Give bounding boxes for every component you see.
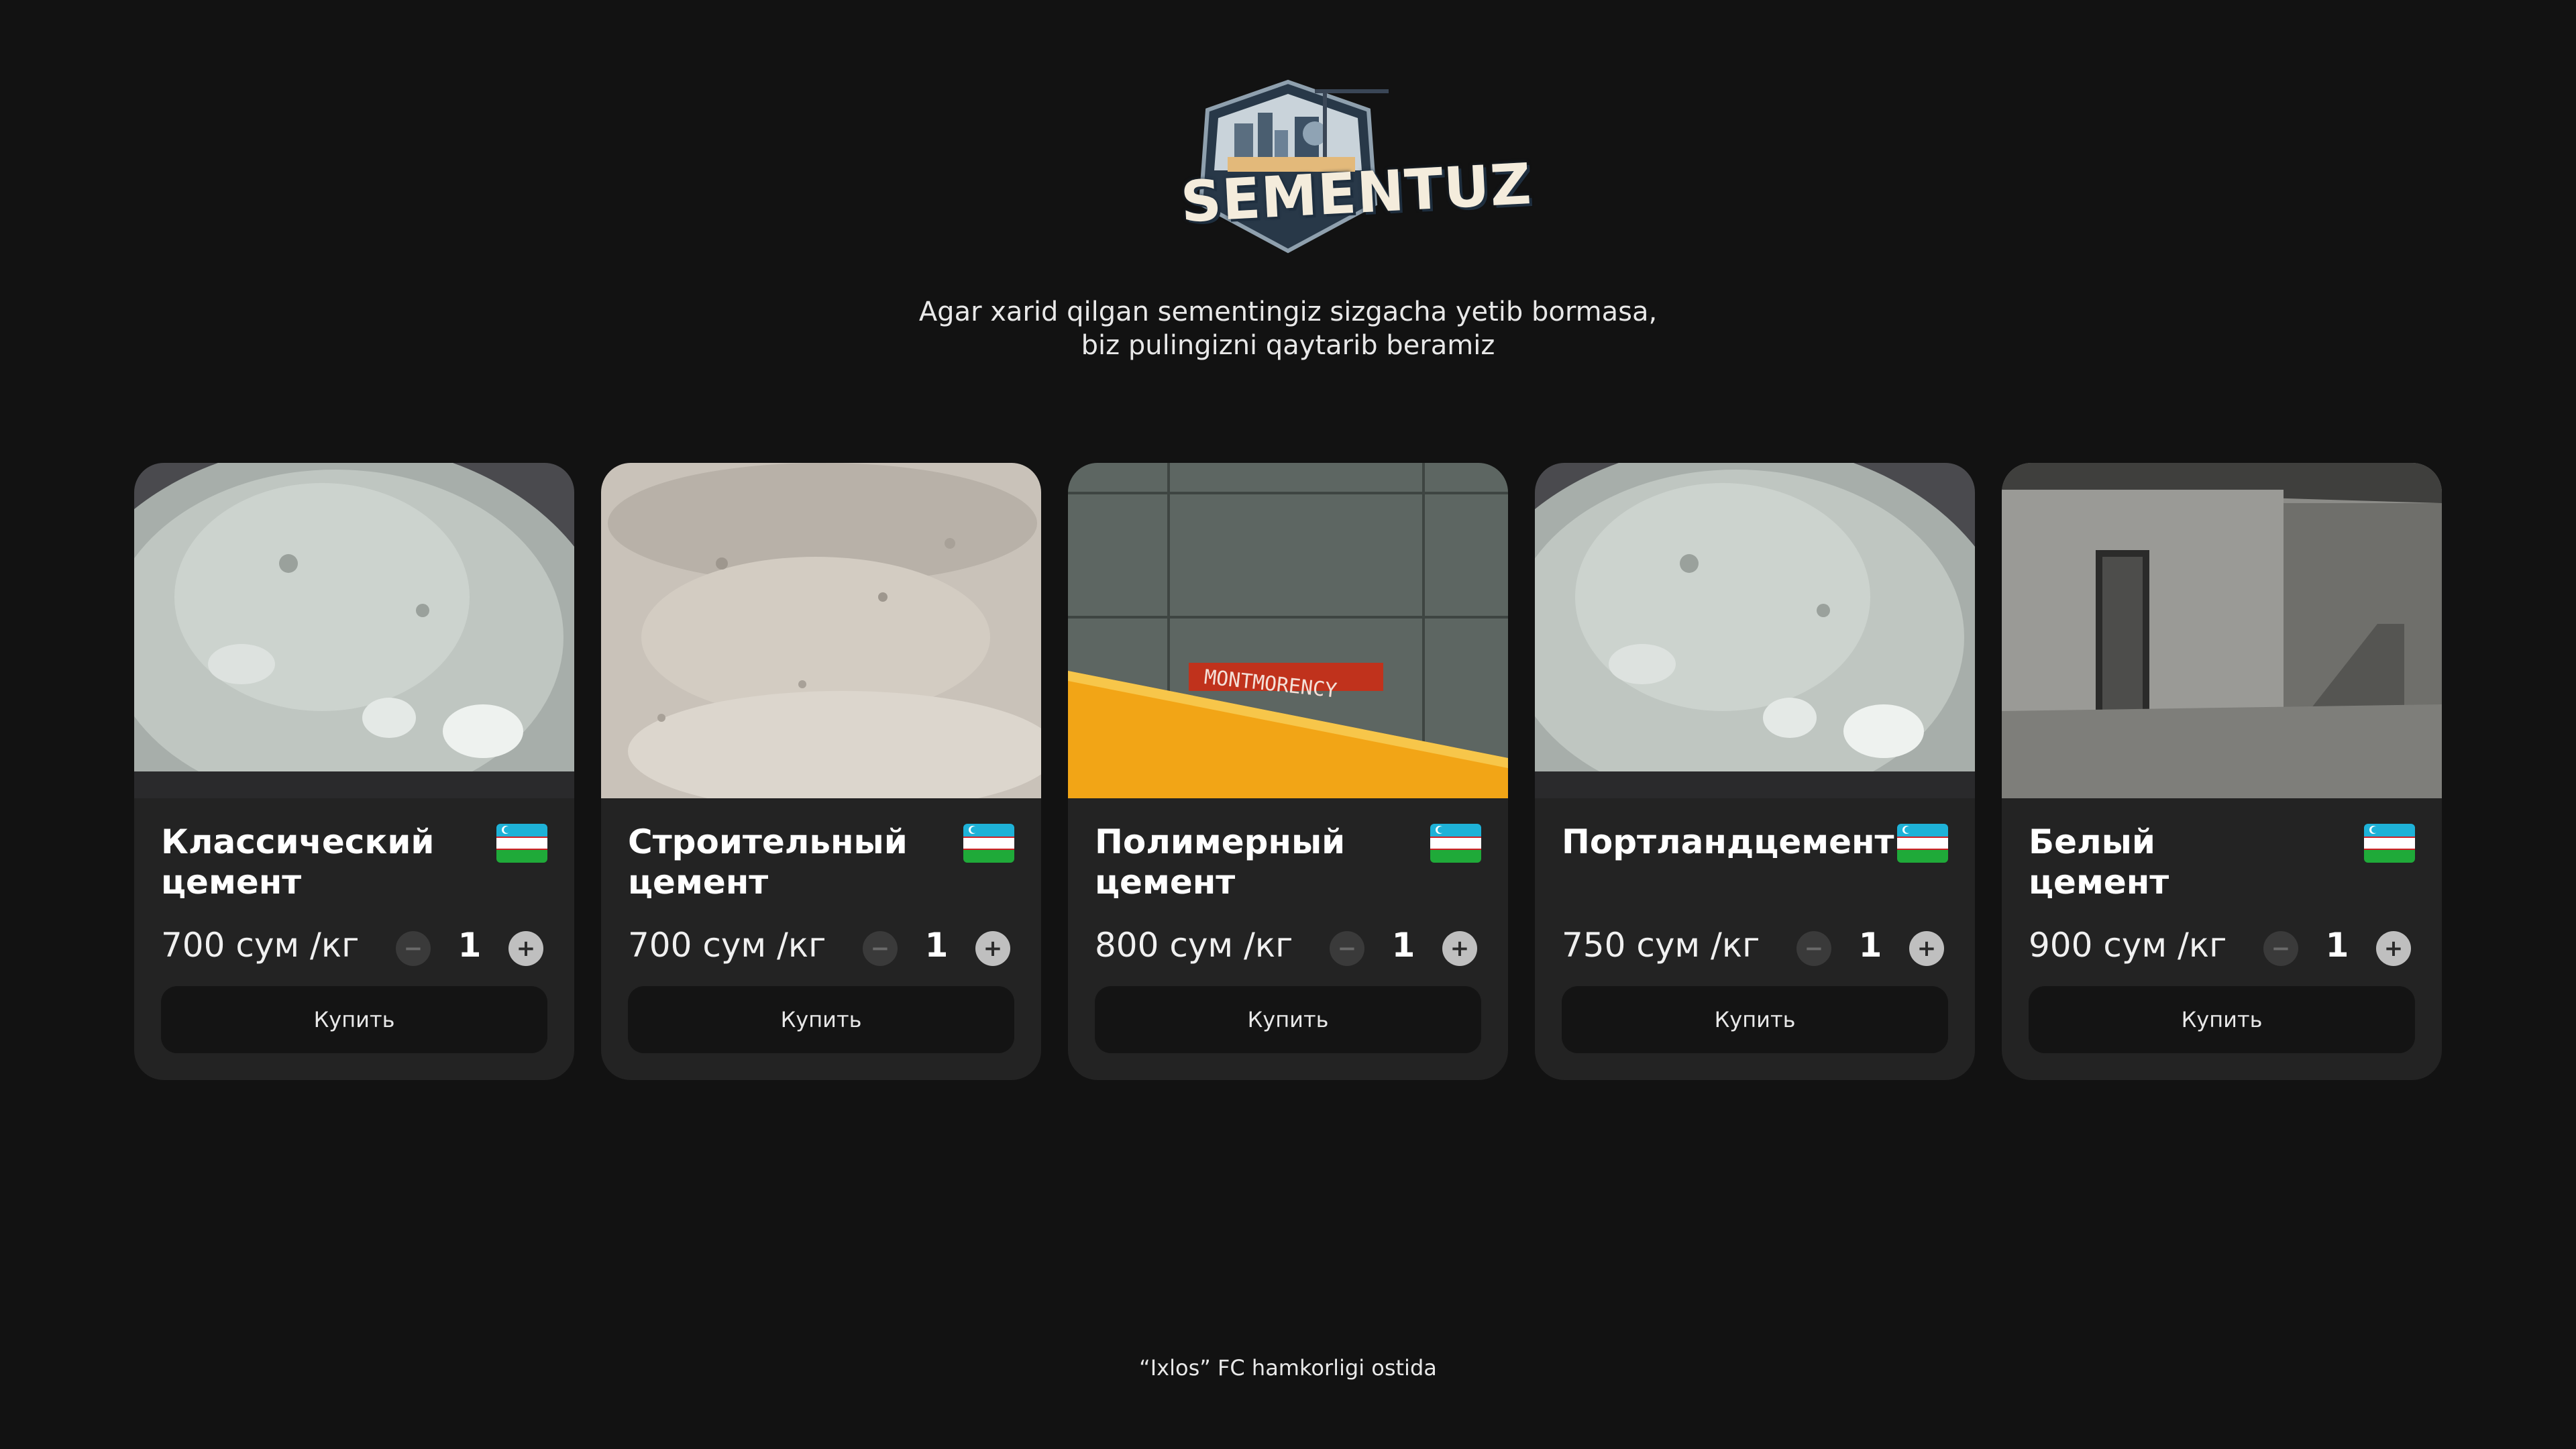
quantity-decrease-button[interactable]: − [863, 931, 898, 966]
quantity-increase-button[interactable]: + [1442, 931, 1477, 966]
guarantee-tagline: Agar xarid qilgan sementingiz sizgacha y… [0, 295, 2576, 362]
product-card-classic: Классический цемент 700 сум /кг − 1 + Ку… [134, 463, 574, 1080]
buy-button[interactable]: Купить [1562, 986, 1948, 1053]
uzbekistan-flag-icon [963, 824, 1014, 863]
buy-button[interactable]: Купить [161, 986, 547, 1053]
product-title: Портландцемент [1562, 822, 1894, 861]
product-title: Белый цемент [2029, 822, 2169, 902]
product-card-polymer: MONTMORENCY Полимерный цемент 800 сум /к… [1068, 463, 1508, 1080]
tagline-line-2: biz pulingizni qaytarib beramiz [1081, 330, 1495, 361]
quantity-increase-button[interactable]: + [975, 931, 1010, 966]
product-image [2002, 463, 2442, 798]
uzbekistan-flag-icon [1430, 824, 1481, 863]
product-price: 700 сум /кг [628, 926, 826, 965]
quantity-decrease-button[interactable]: − [1330, 931, 1364, 966]
uzbekistan-flag-icon [2364, 824, 2415, 863]
quantity-increase-button[interactable]: + [2376, 931, 2411, 966]
product-page: SEMENTUZ Agar xarid qilgan sementingiz s… [0, 0, 2576, 1449]
quantity-decrease-button[interactable]: − [2263, 931, 2298, 966]
buy-button[interactable]: Купить [2029, 986, 2415, 1053]
quantity-increase-button[interactable]: + [1909, 931, 1944, 966]
quantity-decrease-button[interactable]: − [396, 931, 431, 966]
cement-powder-photo [134, 463, 574, 798]
partner-footer: “Ixlos” FC hamkorligi ostida [1139, 1355, 1437, 1381]
logo-wordmark: SEMENTUZ [1179, 151, 1534, 235]
sementuz-logo[interactable]: SEMENTUZ [1179, 70, 1534, 264]
sandy-cement-photo [601, 463, 1041, 798]
quantity-increase-button[interactable]: + [508, 931, 543, 966]
product-title: Полимерный цемент [1095, 822, 1346, 902]
product-price: 800 сум /кг [1095, 926, 1293, 965]
product-title: Строительный цемент [628, 822, 908, 902]
product-image: MONTMORENCY [1068, 463, 1508, 798]
product-title: Классический цемент [161, 822, 435, 902]
quantity-value: 1 [1858, 926, 1882, 965]
product-card-white: Белый цемент 900 сум /кг − 1 + Купить [2002, 463, 2442, 1080]
buy-button[interactable]: Купить [1095, 986, 1481, 1053]
quantity-value: 1 [458, 926, 482, 965]
product-image [601, 463, 1041, 798]
quantity-value: 1 [924, 926, 949, 965]
tagline-line-1: Agar xarid qilgan sementingiz sizgacha y… [918, 297, 1658, 327]
product-image [134, 463, 574, 798]
product-list: Классический цемент 700 сум /кг − 1 + Ку… [134, 463, 2442, 1080]
uzbekistan-flag-icon [496, 824, 547, 863]
product-price: 900 сум /кг [2029, 926, 2227, 965]
product-card-portland: Портландцемент 750 сум /кг − 1 + Купить [1535, 463, 1975, 1080]
quantity-value: 1 [1391, 926, 1415, 965]
product-price: 700 сум /кг [161, 926, 360, 965]
concrete-interior-photo [2002, 463, 2442, 798]
concrete-wall-photo [1068, 463, 1508, 798]
quantity-decrease-button[interactable]: − [1796, 931, 1831, 966]
cement-powder-photo [1535, 463, 1975, 798]
uzbekistan-flag-icon [1897, 824, 1948, 863]
product-card-construction: Строительный цемент 700 сум /кг − 1 + Ку… [601, 463, 1041, 1080]
product-price: 750 сум /кг [1562, 926, 1760, 965]
buy-button[interactable]: Купить [628, 986, 1014, 1053]
quantity-value: 1 [2325, 926, 2349, 965]
product-image [1535, 463, 1975, 798]
